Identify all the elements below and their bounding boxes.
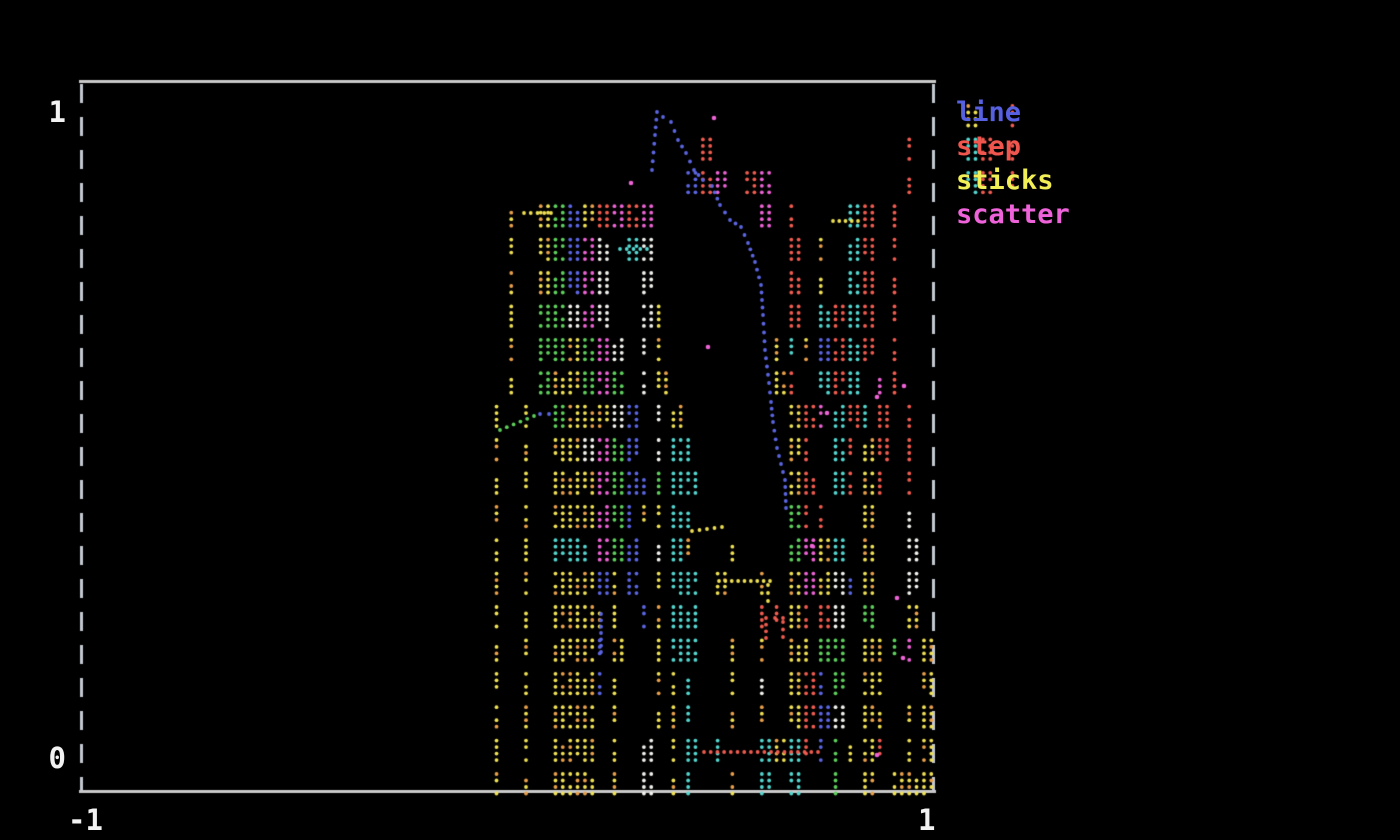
legend: line step sticks scatter (956, 96, 1070, 232)
plot-canvas (0, 0, 1400, 840)
y-axis-tick-bottom: 0 (38, 744, 66, 773)
legend-item-scatter: scatter (956, 198, 1070, 232)
legend-item-line: line (956, 96, 1070, 130)
x-axis-tick-left: -1 (68, 806, 103, 835)
x-axis-tick-right: 1 (918, 806, 935, 835)
legend-item-step: step (956, 130, 1070, 164)
legend-item-sticks: sticks (956, 164, 1070, 198)
y-axis-tick-top: 1 (38, 98, 66, 127)
